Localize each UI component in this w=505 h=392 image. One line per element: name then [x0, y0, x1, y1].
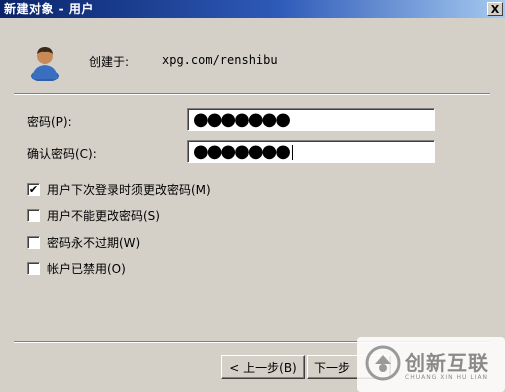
confirm-password-value: ●●●●●●●	[193, 141, 291, 162]
confirm-password-label: 确认密码(C):	[27, 147, 97, 161]
created-in-value: xpg.com/renshibu	[162, 53, 278, 67]
watermark: 创新互联 CHUANG XIN HU LIAN	[357, 337, 505, 392]
password-label: 密码(P):	[27, 115, 72, 129]
option-password-never-expires[interactable]: 密码永不过期(W)	[27, 234, 140, 251]
user-icon	[31, 47, 59, 81]
checkbox[interactable]	[27, 262, 40, 275]
password-field[interactable]: ●●●●●●●	[187, 108, 435, 131]
watermark-subtext: CHUANG XIN HU LIAN	[405, 374, 489, 381]
back-button-label: < 上一步(B)	[229, 360, 297, 375]
checkbox[interactable]	[27, 209, 40, 222]
watermark-logo-icon	[365, 345, 401, 381]
text-caret	[291, 144, 293, 160]
window-title: 新建对象 - 用户	[4, 2, 94, 16]
close-icon: X	[490, 2, 500, 16]
option-label: 密码永不过期(W)	[47, 236, 141, 250]
option-label: 帐户已禁用(O)	[47, 262, 126, 276]
checkbox[interactable]	[27, 236, 40, 249]
option-must-change-password[interactable]: ✔ 用户下次登录时须更改密码(M)	[27, 181, 211, 198]
option-label: 用户下次登录时须更改密码(M)	[47, 183, 211, 197]
confirm-password-field[interactable]: ●●●●●●●	[187, 140, 435, 163]
checkbox-checked[interactable]: ✔	[27, 183, 40, 196]
created-in-label: 创建于:	[89, 55, 130, 69]
watermark-text: 创新互联	[405, 351, 489, 375]
option-label: 用户不能更改密码(S)	[47, 209, 160, 223]
title-bar: 新建对象 - 用户 X	[0, 0, 505, 18]
option-account-disabled[interactable]: 帐户已禁用(O)	[27, 260, 126, 277]
next-button-label: 下一步	[314, 360, 351, 375]
close-button[interactable]: X	[487, 2, 503, 16]
password-value: ●●●●●●●	[193, 109, 291, 130]
option-cannot-change-password[interactable]: 用户不能更改密码(S)	[27, 207, 160, 224]
back-button[interactable]: < 上一步(B)	[221, 355, 305, 379]
separator	[14, 93, 490, 95]
